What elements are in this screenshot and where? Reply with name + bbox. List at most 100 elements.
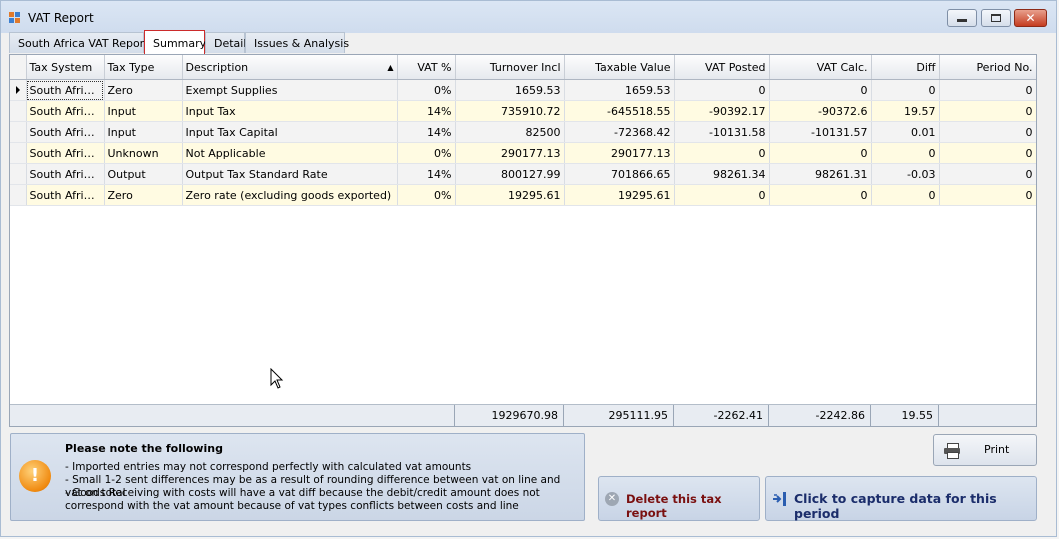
table-cell[interactable]: 0 [674, 184, 770, 206]
table-cell[interactable]: 0 [674, 79, 770, 101]
tab-detail[interactable]: Detail [205, 32, 246, 53]
col-diff[interactable]: Diff [871, 55, 940, 80]
table-cell[interactable]: Input Tax Capital [182, 121, 398, 143]
table-cell[interactable]: -645518.55 [564, 100, 675, 122]
print-button[interactable]: Print [933, 434, 1037, 466]
row-indicator[interactable] [10, 121, 27, 143]
table-cell[interactable]: -10131.58 [674, 121, 770, 143]
table-cell[interactable]: 0.01 [871, 121, 940, 143]
capture-data-button[interactable]: Click to capture data for this period [765, 476, 1037, 521]
table-cell[interactable]: 0% [397, 184, 456, 206]
notice-panel: ! Please note the following - Imported e… [10, 433, 585, 521]
row-indicator[interactable] [10, 163, 27, 185]
table-cell[interactable]: 82500 [455, 121, 565, 143]
summary-grid[interactable]: Tax System Tax Type Description ▲ VAT % T… [9, 54, 1037, 427]
table-cell[interactable]: South Africa... [26, 163, 105, 185]
table-cell[interactable]: 290177.13 [455, 142, 565, 164]
maximize-button[interactable] [981, 9, 1011, 27]
table-cell[interactable]: 0 [939, 184, 1036, 206]
table-cell[interactable]: 0 [871, 142, 940, 164]
table-cell[interactable]: -90392.17 [674, 100, 770, 122]
row-indicator[interactable] [10, 100, 27, 122]
table-cell[interactable]: 0% [397, 79, 456, 101]
table-cell[interactable]: 0 [939, 79, 1036, 101]
table-cell[interactable]: Not Applicable [182, 142, 398, 164]
close-button[interactable]: ✕ [1014, 9, 1047, 27]
tab-south-africa-vat-report[interactable]: South Africa VAT Report [9, 32, 149, 53]
table-cell[interactable]: Input [104, 100, 183, 122]
row-indicator[interactable] [10, 79, 27, 101]
col-description[interactable]: Description ▲ [182, 55, 398, 80]
table-cell[interactable]: Exempt Supplies [182, 79, 398, 101]
row-indicator[interactable] [10, 142, 27, 164]
title-bar[interactable]: VAT Report ✕ [1, 1, 1056, 33]
table-cell[interactable]: 98261.34 [674, 163, 770, 185]
table-cell[interactable]: 735910.72 [455, 100, 565, 122]
table-row[interactable]: South Africa... Input Input Tax 14% 735910.7… [10, 100, 1036, 122]
table-cell[interactable]: -10131.57 [769, 121, 872, 143]
table-cell[interactable]: Input [104, 121, 183, 143]
col-vat-posted[interactable]: VAT Posted [674, 55, 770, 80]
table-cell[interactable]: South Africa... [26, 100, 105, 122]
table-cell[interactable]: 19295.61 [564, 184, 675, 206]
col-vat-calc[interactable]: VAT Calc. [769, 55, 872, 80]
table-cell[interactable]: 19.57 [871, 100, 940, 122]
minimize-button[interactable] [947, 9, 977, 27]
table-row[interactable]: South Africa... Unknown Not Applicable 0% 29… [10, 142, 1036, 164]
table-row[interactable]: South Africa... Zero Exempt Supplies 0% 1659… [10, 79, 1036, 101]
tab-issues-analysis[interactable]: Issues & Analysis [245, 32, 349, 53]
table-cell[interactable]: Output Tax Standard Rate [182, 163, 398, 185]
table-row[interactable]: South Africa... Input Input Tax Capital 14%… [10, 121, 1036, 143]
table-cell[interactable]: Zero rate (excluding goods exported) [182, 184, 398, 206]
col-tax-type[interactable]: Tax Type [104, 55, 183, 80]
table-cell[interactable]: Output [104, 163, 183, 185]
delete-label: Delete this tax report [626, 492, 722, 520]
table-cell[interactable]: 19295.61 [455, 184, 565, 206]
row-indicator[interactable] [10, 184, 27, 206]
table-cell[interactable]: 14% [397, 121, 456, 143]
table-cell[interactable]: 0 [871, 79, 940, 101]
table-cell[interactable]: 0 [939, 142, 1036, 164]
table-cell[interactable]: 800127.99 [455, 163, 565, 185]
table-cell[interactable]: -72368.42 [564, 121, 675, 143]
table-cell[interactable]: 0 [769, 79, 872, 101]
table-cell[interactable]: 0% [397, 142, 456, 164]
capture-label: Click to capture data for this period [794, 491, 997, 521]
col-turnover-incl[interactable]: Turnover Incl [455, 55, 565, 80]
col-tax-system[interactable]: Tax System [26, 55, 105, 80]
table-cell[interactable]: 1659.53 [564, 79, 675, 101]
table-cell[interactable]: 0 [939, 100, 1036, 122]
col-period-no[interactable]: Period No. [939, 55, 1036, 80]
table-cell[interactable]: 0 [939, 163, 1036, 185]
col-vat-percent[interactable]: VAT % [397, 55, 456, 80]
table-cell[interactable]: 0 [769, 142, 872, 164]
table-cell[interactable]: Zero [104, 184, 183, 206]
table-row[interactable]: South Africa... Zero Zero rate (excluding … [10, 184, 1036, 206]
col-taxable-value[interactable]: Taxable Value [564, 55, 675, 80]
table-cell[interactable]: -90372.6 [769, 100, 872, 122]
table-cell[interactable]: Zero [104, 79, 183, 101]
table-cell[interactable]: 1659.53 [455, 79, 565, 101]
table-cell[interactable]: 290177.13 [564, 142, 675, 164]
table-cell[interactable]: Unknown [104, 142, 183, 164]
table-cell[interactable]: -0.03 [871, 163, 940, 185]
table-cell[interactable]: Input Tax [182, 100, 398, 122]
table-cell[interactable]: 14% [397, 100, 456, 122]
table-cell[interactable]: 0 [674, 142, 770, 164]
delete-tax-report-button[interactable]: ✕ Delete this tax report [598, 476, 760, 521]
table-cell[interactable]: South Africa... [26, 79, 105, 101]
table-cell[interactable]: 98261.31 [769, 163, 872, 185]
table-cell[interactable]: 0 [769, 184, 872, 206]
table-cell[interactable]: 14% [397, 163, 456, 185]
tab-summary[interactable]: Summary [144, 30, 206, 54]
row-indicator-header [10, 55, 27, 80]
table-cell[interactable]: South Africa... [26, 142, 105, 164]
table-cell[interactable]: 0 [871, 184, 940, 206]
table-cell[interactable]: 0 [939, 121, 1036, 143]
table-cell[interactable]: South Africa... [26, 184, 105, 206]
table-row[interactable]: South Africa... Output Output Tax Standard… [10, 163, 1036, 185]
grid-body: South Africa... Zero Exempt Supplies 0% 1659… [10, 79, 1036, 206]
table-cell[interactable]: 701866.65 [564, 163, 675, 185]
table-cell[interactable]: South Africa... [26, 121, 105, 143]
notice-line-3: - Goods Receiving with costs will have a… [65, 487, 540, 512]
